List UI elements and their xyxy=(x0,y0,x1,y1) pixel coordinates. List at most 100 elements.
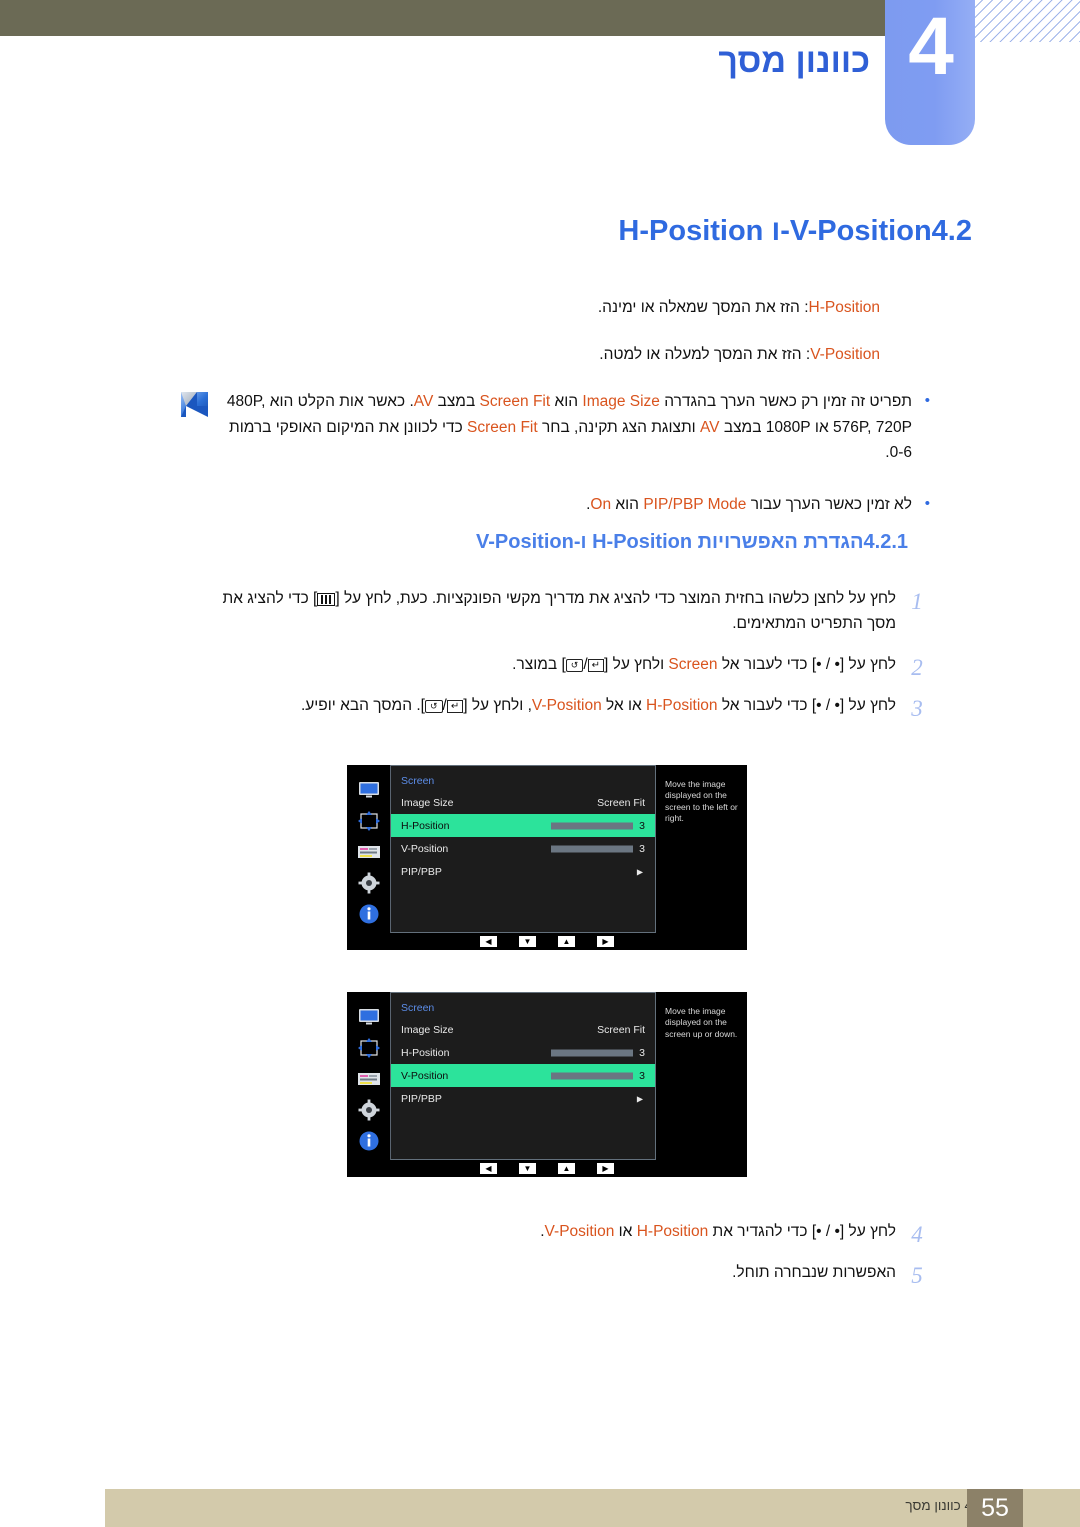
osd-slider-h-position-2[interactable] xyxy=(551,1049,633,1056)
h-position-label: H-Position xyxy=(808,299,881,316)
osd-footer-keys-1: ◀ ▼ ▲ ▶ xyxy=(347,933,747,950)
step-3-sep: / xyxy=(821,697,835,715)
bullet1-part-e: או xyxy=(810,418,833,436)
bullet1-screen-fit-2: Screen Fit xyxy=(467,418,538,436)
bullet1-part-f: במצב xyxy=(719,418,766,436)
header-olive-bar xyxy=(0,0,893,36)
subsection-number: 4.2.1 xyxy=(863,531,908,553)
osd-screenshot-h-position: Screen Image Size Screen Fit H-Position … xyxy=(347,765,747,950)
loop-key-icon: ↺ xyxy=(424,700,443,714)
osd-label-v-position-1: V-Position xyxy=(401,842,449,855)
osd-key-left[interactable]: ◀ xyxy=(480,1163,497,1174)
osd-label-v-position-2: V-Position xyxy=(401,1069,449,1082)
osd-row-h-position-1[interactable]: H-Position 3 xyxy=(391,814,655,837)
bullet1-part-c: במצב xyxy=(433,393,480,410)
step-4-h-position: H-Position xyxy=(636,1223,709,1240)
osd-row-pip-pbp-1[interactable]: PIP/PBP ▶ xyxy=(391,860,655,883)
osd-key-right[interactable]: ▶ xyxy=(597,1163,614,1174)
note-bullet-1: תפריט זה זמין רק כאשר הערך בהגדרה Image … xyxy=(225,389,930,466)
osd-slider-v-position-2[interactable] xyxy=(551,1072,633,1079)
step-2: 2 לחץ על [• / •] כדי לעבור אל Screen ולח… xyxy=(190,652,930,680)
osd-key-down[interactable]: ▼ xyxy=(519,936,536,947)
osd-menu-title-2: Screen xyxy=(401,1002,435,1014)
step-2-text-d: ] במוצר. xyxy=(512,656,566,674)
monitor-icon[interactable] xyxy=(354,1006,384,1029)
header-stripe-pattern xyxy=(972,0,1080,42)
h-position-description: H-Position: הזז את המסך שמאלה או ימינה. xyxy=(200,295,880,320)
osd-key-up[interactable]: ▲ xyxy=(558,936,575,947)
v-position-description: V-Position: הזז את המסך למעלה או למטה. xyxy=(200,342,880,367)
osd-label-h-position-1: H-Position xyxy=(401,819,450,832)
osd-value-h-position-1: 3 xyxy=(639,819,645,832)
osd-screenshot-v-position: Screen Image Size Screen Fit H-Position … xyxy=(347,992,747,1177)
step-2-text-c: ולחץ על [ xyxy=(604,656,669,674)
osd-key-up[interactable]: ▲ xyxy=(558,1163,575,1174)
osd-row-pip-pbp-2[interactable]: PIP/PBP ▶ xyxy=(391,1087,655,1110)
picture-settings-icon[interactable] xyxy=(354,841,384,864)
osd-key-left[interactable]: ◀ xyxy=(480,936,497,947)
osd-key-right[interactable]: ▶ xyxy=(597,936,614,947)
picture-settings-icon[interactable] xyxy=(354,1068,384,1091)
osd-footer-keys-2: ◀ ▼ ▲ ▶ xyxy=(347,1160,747,1177)
step-4-text-b: ] כדי להגדיר את xyxy=(708,1223,817,1240)
osd-slider-v-position-1[interactable] xyxy=(551,845,633,852)
osd-row-image-size-1[interactable]: Image Size Screen Fit xyxy=(391,791,655,814)
position-arrows-icon[interactable] xyxy=(354,1037,384,1060)
bullet1-part-g: ותצוגת הצג תקינה, בחר xyxy=(537,418,700,436)
step-3-text-d: , ולחץ על [ xyxy=(463,697,532,715)
bullet2-part-b: הוא xyxy=(611,496,644,514)
osd-row-image-size-2[interactable]: Image Size Screen Fit xyxy=(391,1018,655,1041)
osd-row-v-position-1[interactable]: V-Position 3 xyxy=(391,837,655,860)
bullet1-part-d: . כאשר אות הקלט הוא xyxy=(265,393,414,410)
monitor-icon[interactable] xyxy=(354,779,384,802)
subsection-heading: 4.2.1הגדרת האפשרויות H-Position ו-V-Posi… xyxy=(476,531,930,554)
step-3-number: 3 xyxy=(911,696,923,722)
info-icon[interactable] xyxy=(354,902,384,925)
subsection-title-text: הגדרת האפשרויות H-Position ו-V-Position xyxy=(476,531,864,553)
v-position-text: : הזז את המסך למעלה או למטה. xyxy=(599,346,811,363)
position-arrows-icon[interactable] xyxy=(354,810,384,833)
osd-label-image-size-1: Image Size xyxy=(401,796,454,809)
step-4-sep: / xyxy=(821,1223,835,1240)
step-5: 5 האפשרות שנבחרה תוחל. xyxy=(190,1260,930,1288)
step-3-text-a: לחץ על [ xyxy=(839,697,896,715)
osd-label-image-size-2: Image Size xyxy=(401,1023,454,1036)
step-5-number: 5 xyxy=(911,1263,923,1289)
notes-bullet-list: תפריט זה זמין רק כאשר הערך בהגדרה Image … xyxy=(225,389,930,518)
gear-icon[interactable] xyxy=(354,1098,384,1121)
note-bullet-2: לא זמין כאשר הערך עבור PIP/PBP Mode הוא … xyxy=(225,492,930,518)
step-2-sep: / xyxy=(821,656,835,674)
h-position-text: : הזז את המסך שמאלה או ימינה. xyxy=(597,299,809,316)
step-1-number: 1 xyxy=(911,589,923,614)
osd-value-v-position-1: 3 xyxy=(639,842,645,855)
step-2-number: 2 xyxy=(911,655,923,681)
osd-body-2: Screen Image Size Screen Fit H-Position … xyxy=(347,992,747,1160)
osd-menu-2: Screen Image Size Screen Fit H-Position … xyxy=(391,992,655,1160)
osd-body-1: Screen Image Size Screen Fit H-Position … xyxy=(347,765,747,933)
osd-row-h-position-2[interactable]: H-Position 3 xyxy=(391,1041,655,1064)
osd-key-down[interactable]: ▼ xyxy=(519,1163,536,1174)
gear-icon[interactable] xyxy=(354,871,384,894)
info-icon[interactable] xyxy=(354,1129,384,1152)
osd-sidebar-2 xyxy=(347,992,391,1160)
section-number: 4.2 xyxy=(931,215,972,247)
step-3-text-e: ]. המסך הבא יופיע. xyxy=(300,697,425,715)
loop-key-icon: ↺ xyxy=(565,659,584,673)
step-3-h-position: H-Position xyxy=(646,697,718,715)
osd-help-text-1: Move the image displayed on the screen t… xyxy=(655,765,747,933)
chevron-right-icon: ▶ xyxy=(636,1094,643,1103)
step-4-text-c: או xyxy=(614,1223,637,1240)
chapter-tab: 4 xyxy=(885,0,975,145)
chapter-number: 4 xyxy=(908,1,954,92)
step-3-v-position: V-Position xyxy=(531,697,602,715)
osd-label-pip-pbp-1: PIP/PBP xyxy=(401,865,442,878)
bullet1-av-2: AV xyxy=(699,418,720,436)
return-key-icon: ↵ xyxy=(446,700,464,714)
bullet2-part-a: לא זמין כאשר הערך עבור xyxy=(746,496,912,514)
step-2-text-b: ] כדי לעבור אל xyxy=(717,656,817,674)
section-title-text: H-Position ו-V-Position xyxy=(618,215,932,247)
osd-slider-h-position-1[interactable] xyxy=(551,822,633,829)
step-1-text-a: לחץ על לחצן כלשהו בחזית המוצר כדי להציג … xyxy=(335,590,896,607)
osd-row-v-position-2[interactable]: V-Position 3 xyxy=(391,1064,655,1087)
step-4: 4 לחץ על [• / •] כדי להגדיר את H-Positio… xyxy=(190,1219,930,1247)
